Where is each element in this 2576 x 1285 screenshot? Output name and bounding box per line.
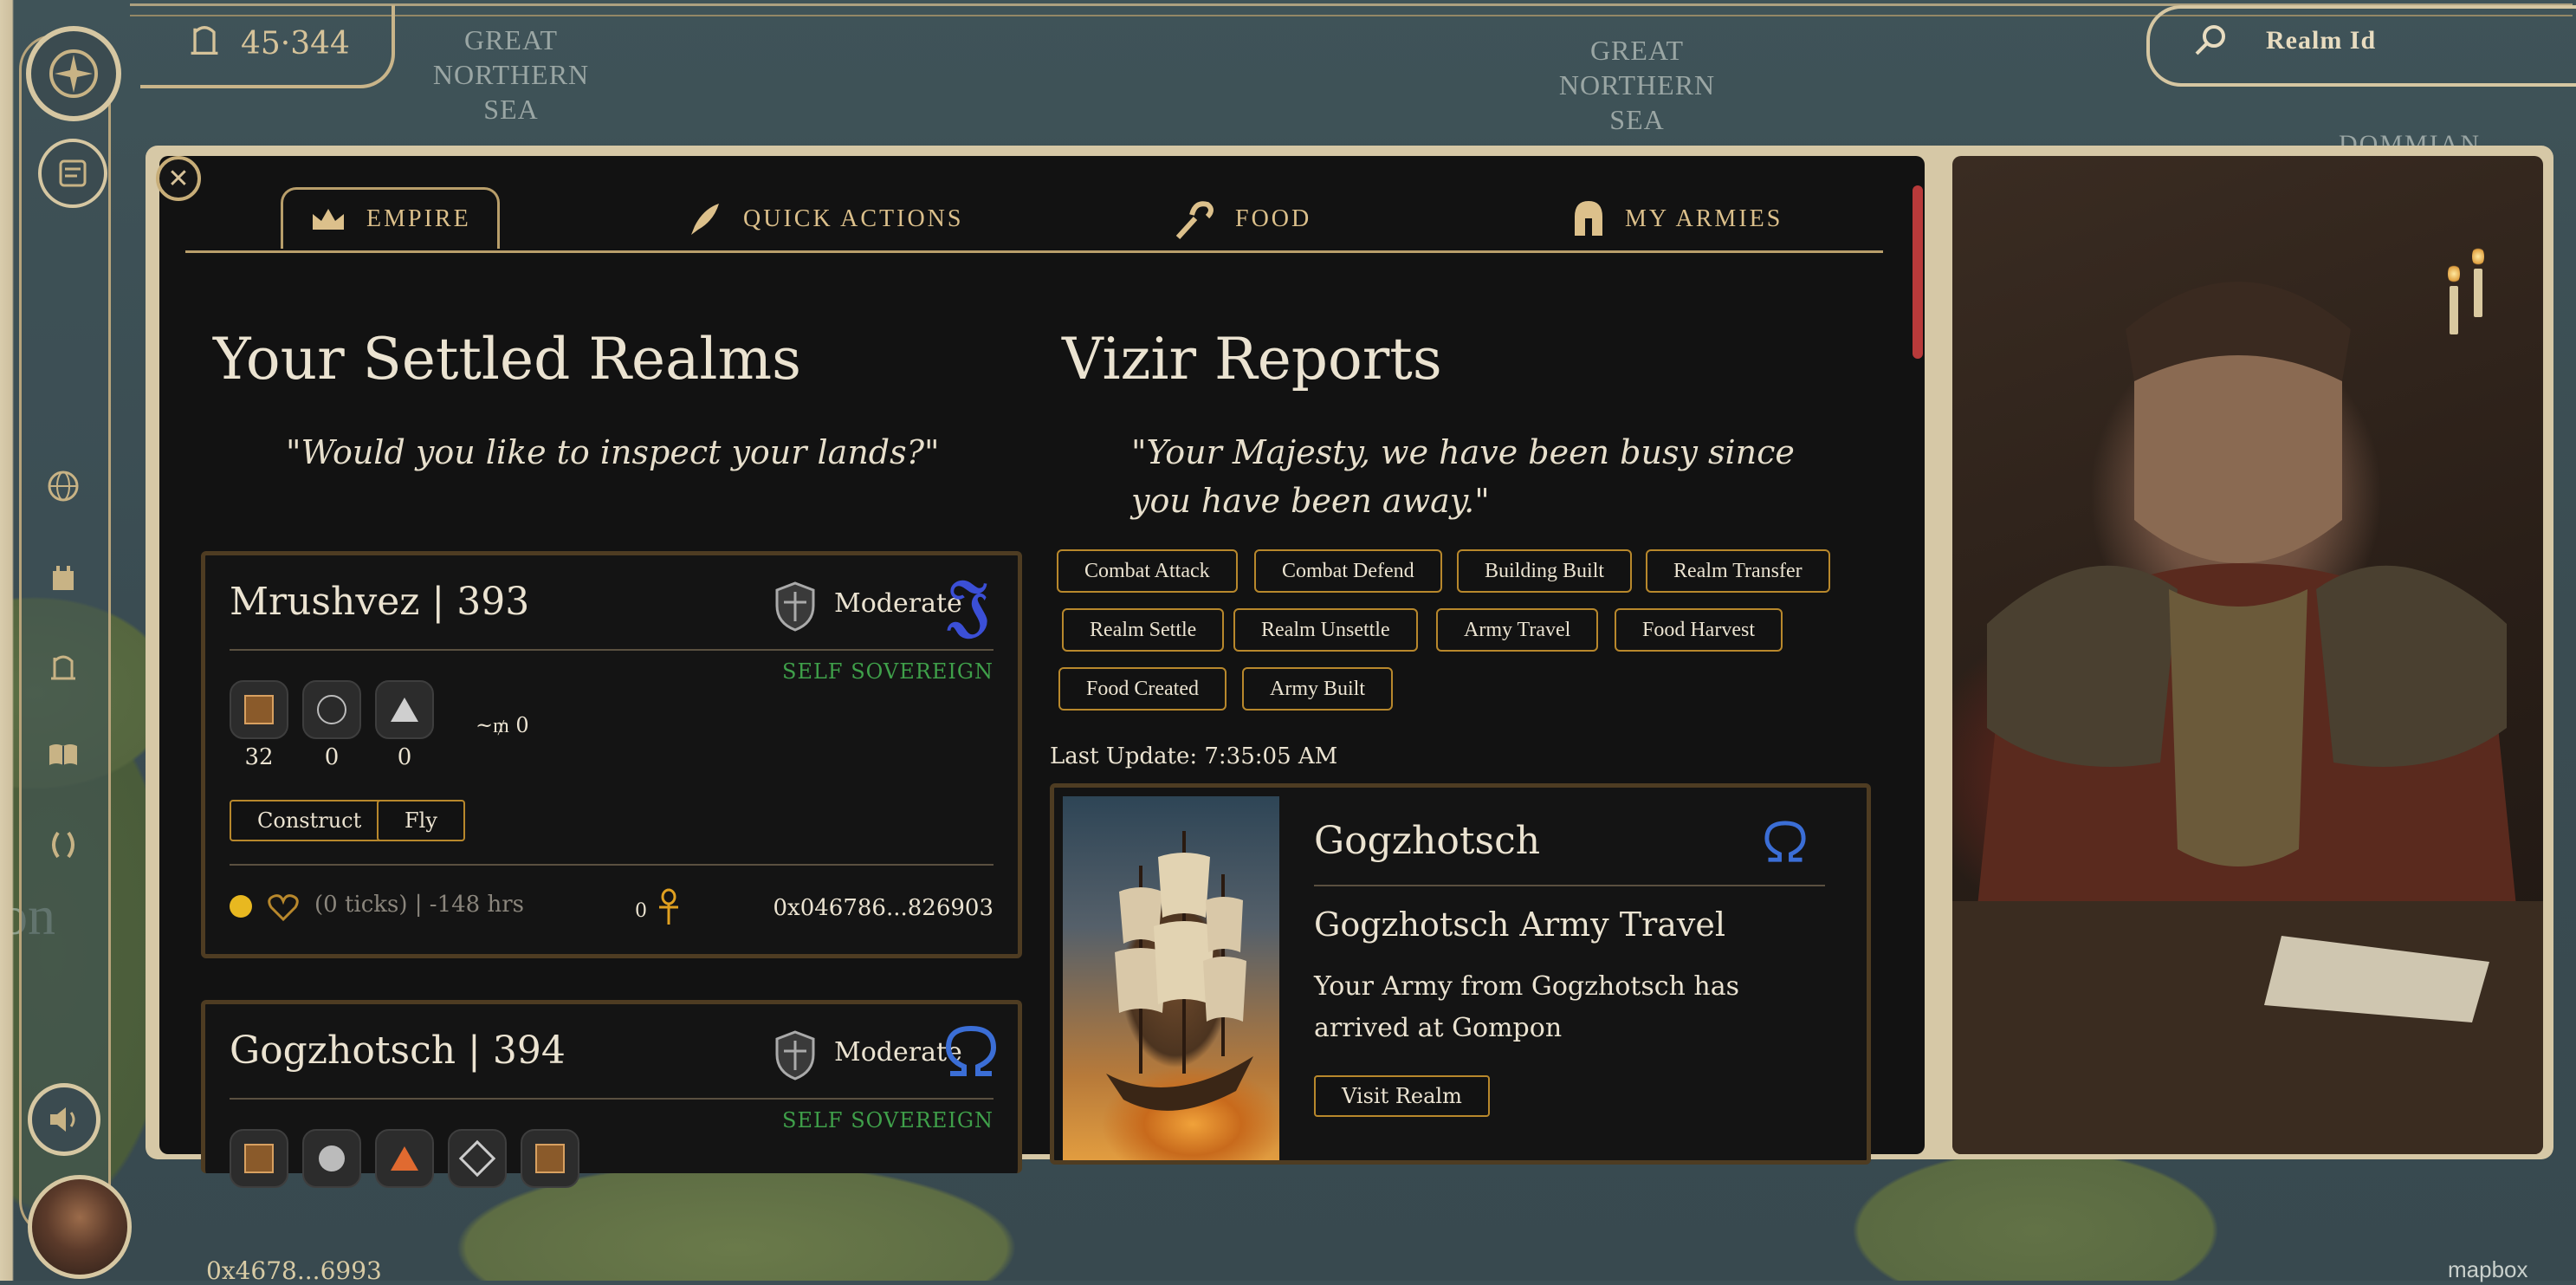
emblem-icon [49,49,98,98]
map-label-sea-left: GREAT NORTHERN SEA [432,24,590,125]
visit-realm-button[interactable]: Visit Realm [1314,1075,1490,1117]
vizir-heading: Vizir Reports [1062,326,1442,393]
tab-label: EMPIRE [366,205,471,232]
ticks-info: (0 ticks) | -148 hrs [314,892,524,918]
hook-icon [1175,201,1214,240]
fly-button[interactable]: Fly [377,800,465,841]
lords-amount: ~₥ 0 [476,713,529,737]
divider [230,864,994,866]
status-badge: SELF SOVEREIGN [782,1108,994,1132]
filter-army-built[interactable]: Army Built [1242,667,1394,711]
filter-realm-unsettle[interactable]: Realm Unsettle [1233,608,1418,652]
resource-value: 0 [324,744,340,770]
user-avatar[interactable] [28,1175,132,1279]
book-icon[interactable] [42,733,85,776]
construct-button[interactable]: Construct [230,800,390,841]
report-card: Gogzhotsch Gogzhotsch Army Travel Your A… [1050,783,1871,1165]
tab-label: MY ARMIES [1625,205,1783,232]
portrait-figure [1952,282,2543,1154]
laurel-icon[interactable] [42,823,85,866]
filter-combat-defend[interactable]: Combat Defend [1254,549,1442,593]
speaker-icon [50,1107,75,1132]
ship-image [1063,796,1279,1160]
filter-food-harvest[interactable]: Food Harvest [1615,608,1783,652]
map-label-sea-center: GREAT NORTHERN SEA [1558,35,1716,135]
realms-heading: Your Settled Realms [213,326,801,393]
stone-resource-icon [302,1129,361,1188]
realm-name[interactable]: Gogzhotsch | 394 [230,1029,566,1073]
ankh-icon [659,888,678,925]
filter-realm-transfer[interactable]: Realm Transfer [1646,549,1830,593]
crown-icon [313,209,344,230]
search-input[interactable]: Realm Id [2266,26,2376,55]
wood-resource-icon [230,680,288,739]
divider [230,1098,994,1100]
sound-button[interactable] [28,1083,100,1156]
tab-bar: EMPIRE QUICK ACTIONS FOOD MY ARMIES [185,187,1883,256]
order-omega-icon [945,1025,997,1076]
filter-food-created[interactable]: Food Created [1058,667,1227,711]
tab-label: QUICK ACTIONS [743,205,964,232]
shield-icon [775,581,815,632]
filter-building-built[interactable]: Building Built [1457,549,1633,593]
resource-value: 0 [397,744,412,770]
vizir-quote: "Your Majesty, we have been busy since y… [1131,433,1795,520]
resource-value: 32 [244,744,274,770]
gem-resource-icon [448,1129,507,1188]
lords-coin-icon [191,26,218,55]
last-update: Last Update: 7:35:05 AM [1050,743,1338,769]
realm-name[interactable]: Mrushvez | 393 [230,580,529,624]
tab-quick-actions[interactable]: QUICK ACTIONS [686,191,963,248]
realm-card[interactable]: Mrushvez | 393 Moderate 𝔍 SELF SOVEREIGN… [201,551,1022,958]
quill-icon [691,204,719,235]
vizir-portrait [1952,156,2543,1154]
helmet-icon [1575,201,1602,236]
mapbox-logo: mapbox [2448,1256,2528,1282]
realms-quote: "Would you like to inspect your lands?" [286,433,940,471]
wood-resource-icon [230,1129,288,1188]
filter-realm-settle[interactable]: Realm Settle [1062,608,1225,652]
panel-scrollbar[interactable] [1913,185,1923,359]
scroll-icon [59,159,87,187]
lords-icon[interactable] [42,645,85,688]
order-label: Moderate [834,588,962,619]
realm-emblem-button[interactable] [26,26,121,121]
tab-empire[interactable]: EMPIRE [281,187,500,249]
ship-icon [1106,831,1253,1111]
tab-label: FOOD [1235,205,1312,232]
realm-card[interactable]: Gogzhotsch | 394 Moderate SELF SOVEREIGN [201,1000,1022,1188]
report-title: Gogzhotsch Army Travel [1314,905,1725,944]
divider [1314,885,1825,886]
report-body: Your Army from Gogzhotsch has arrived at… [1314,971,1740,1043]
heart-icon [268,894,299,921]
wallet-address[interactable]: 0x4678...6993 [206,1256,382,1285]
status-badge: SELF SOVEREIGN [782,659,994,684]
scroll-button[interactable] [38,139,107,208]
lords-balance: 45·344 [241,26,350,62]
globe-icon[interactable] [42,464,85,508]
stone-resource-icon [302,680,361,739]
ore-resource-icon [375,680,434,739]
sad-face-icon [230,895,252,918]
shield-icon [775,1030,815,1081]
castle-icon[interactable] [42,555,85,598]
close-icon[interactable]: ✕ [156,156,201,201]
owner-address: 0x046786...826903 [773,895,994,921]
divider [230,649,994,651]
tab-my-armies[interactable]: MY ARMIES [1571,191,1783,248]
search-icon[interactable] [2191,21,2230,59]
order-glyph: 𝔍 [948,565,990,644]
filter-army-travel[interactable]: Army Travel [1436,608,1599,652]
ore-resource-icon [375,1129,434,1188]
relic-count: 0 [635,900,647,922]
report-realm-name: Gogzhotsch [1314,819,1541,863]
crate-resource-icon [521,1129,579,1188]
filter-combat-attack[interactable]: Combat Attack [1057,549,1238,593]
tab-food[interactable]: FOOD [1173,191,1311,248]
order-omega-icon [1764,821,1806,862]
